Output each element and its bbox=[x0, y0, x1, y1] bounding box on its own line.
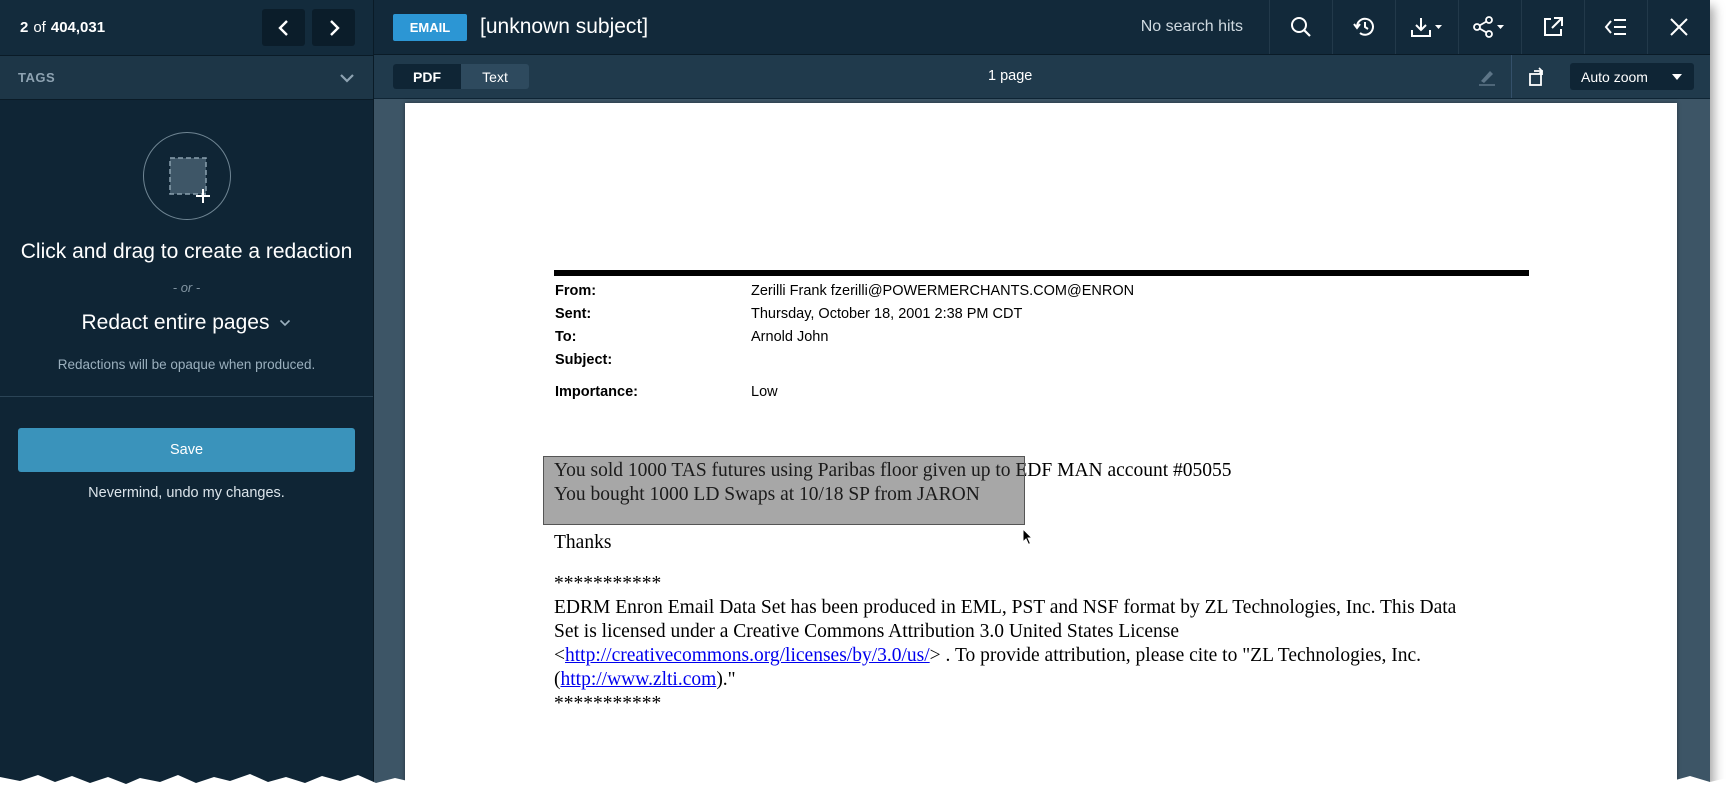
download-icon bbox=[1411, 18, 1442, 37]
tab-text[interactable]: Text bbox=[461, 64, 529, 89]
field-to: To: Arnold John bbox=[555, 329, 828, 345]
or-separator: - or - bbox=[172, 280, 201, 295]
field-label: To: bbox=[555, 329, 577, 345]
current-doc-number: 2 bbox=[20, 19, 29, 36]
popout-icon bbox=[1544, 17, 1563, 36]
redaction-icon bbox=[142, 132, 231, 220]
tab-pdf[interactable]: PDF bbox=[393, 64, 461, 89]
undo-changes-link[interactable]: Nevermind, undo my changes. bbox=[0, 485, 373, 501]
search-icon bbox=[1291, 17, 1311, 37]
redact-entire-pages-label: Redact entire pages bbox=[81, 311, 270, 334]
field-sent: Sent: Thursday, October 18, 2001 2:38 PM … bbox=[555, 306, 1022, 322]
redaction-selection[interactable] bbox=[543, 456, 1025, 525]
field-value: Arnold John bbox=[751, 329, 829, 345]
redact-entire-pages-dropdown[interactable]: Redact entire pages bbox=[82, 311, 292, 335]
search-button[interactable] bbox=[1269, 0, 1332, 54]
footer-text: )." bbox=[716, 669, 736, 690]
header-rule bbox=[554, 270, 1529, 276]
redaction-instruction: Click and drag to create a redaction bbox=[20, 240, 353, 263]
rotate-button[interactable] bbox=[1511, 55, 1560, 98]
footer-line: (http://www.zlti.com)." bbox=[554, 668, 736, 692]
document-subject: [unknown subject] bbox=[480, 15, 649, 38]
history-button[interactable] bbox=[1332, 0, 1395, 54]
field-label: From: bbox=[555, 283, 597, 299]
field-from: From: Zerilli Frank fzerilli@POWERMERCHAN… bbox=[555, 283, 1134, 299]
search-hits-status: No search hits bbox=[1140, 18, 1243, 35]
field-value: Zerilli Frank fzerilli@POWERMERCHANTS.CO… bbox=[751, 283, 1135, 299]
history-icon bbox=[1353, 17, 1374, 36]
zoom-value: Auto zoom bbox=[1581, 68, 1648, 85]
highlighter-icon bbox=[1479, 70, 1495, 86]
viewer-toolbar: PDF Text 1 page Auto zoom bbox=[374, 55, 1710, 99]
field-subject: Subject: bbox=[555, 352, 751, 368]
share-icon bbox=[1473, 16, 1504, 38]
footer-text: > . To provide attribution, please cite … bbox=[929, 645, 1421, 666]
collapse-icon bbox=[1604, 19, 1626, 35]
collapse-panel-button[interactable] bbox=[1584, 0, 1647, 54]
doc-type-badge: EMAIL bbox=[393, 13, 467, 41]
sidebar: 2 of 404,031 TAGS Click and drag to crea… bbox=[0, 0, 374, 785]
stars-line: *********** bbox=[554, 693, 662, 714]
app-window: 2 of 404,031 TAGS Click and drag to crea… bbox=[0, 0, 1710, 785]
zlti-link[interactable]: http://www.zlti.com bbox=[561, 669, 717, 690]
page-count: 1 page bbox=[988, 68, 1033, 84]
footer-line: Set is licensed under a Creative Commons… bbox=[554, 621, 1179, 642]
chevron-down-icon bbox=[340, 73, 354, 83]
view-mode-toggle: PDF Text bbox=[393, 64, 529, 89]
total-doc-count: 404,031 bbox=[50, 19, 106, 36]
viewer-main: EMAIL [unknown subject] No search hits P… bbox=[374, 0, 1710, 785]
close-icon bbox=[1670, 18, 1688, 36]
next-document-button[interactable] bbox=[312, 9, 355, 46]
mouse-pointer-icon bbox=[1022, 528, 1034, 546]
document-page[interactable]: From: Zerilli Frank fzerilli@POWERMERCHAN… bbox=[405, 103, 1677, 785]
footer-line: <http://creativecommons.org/licenses/by/… bbox=[554, 644, 1421, 668]
redaction-panel: Click and drag to create a redaction - o… bbox=[0, 100, 373, 372]
document-canvas: From: Zerilli Frank fzerilli@POWERMERCHAN… bbox=[374, 98, 1710, 785]
footer-line: EDRM Enron Email Data Set has been produ… bbox=[554, 597, 1457, 618]
rotate-icon bbox=[1529, 66, 1544, 86]
field-importance: Importance: Low bbox=[555, 384, 778, 400]
document-navigator: 2 of 404,031 bbox=[0, 0, 373, 56]
torn-edge-decoration bbox=[0, 774, 1731, 809]
stars-line: *********** bbox=[554, 573, 662, 594]
caret-down-icon bbox=[1672, 73, 1682, 80]
field-label: Importance: bbox=[555, 384, 638, 400]
popout-button[interactable] bbox=[1521, 0, 1584, 54]
field-value: Thursday, October 18, 2001 2:38 PM CDT bbox=[751, 306, 1023, 322]
field-label: Subject: bbox=[555, 352, 613, 368]
document-header: EMAIL [unknown subject] No search hits bbox=[374, 0, 1710, 55]
opaque-note: Redactions will be opaque when produced. bbox=[57, 357, 316, 372]
tags-label: TAGS bbox=[18, 70, 56, 85]
chevron-right-icon bbox=[329, 19, 340, 36]
chevron-down-icon bbox=[280, 319, 291, 327]
save-button[interactable]: Save bbox=[18, 428, 355, 472]
creative-commons-link[interactable]: http://creativecommons.org/licenses/by/3… bbox=[565, 645, 930, 666]
body-thanks: Thanks bbox=[554, 532, 612, 553]
highlight-button[interactable] bbox=[1463, 55, 1511, 98]
chevron-left-icon bbox=[277, 19, 288, 36]
download-button[interactable] bbox=[1395, 0, 1458, 54]
field-value: Low bbox=[751, 384, 778, 400]
share-button[interactable] bbox=[1458, 0, 1521, 54]
zoom-select[interactable]: Auto zoom bbox=[1570, 63, 1694, 90]
footer-text: < bbox=[554, 645, 565, 666]
close-button[interactable] bbox=[1647, 0, 1710, 54]
tags-panel-toggle[interactable]: TAGS bbox=[0, 56, 373, 100]
field-label: Sent: bbox=[555, 306, 592, 322]
previous-document-button[interactable] bbox=[262, 9, 305, 46]
divider bbox=[0, 396, 373, 397]
document-counter: 2 of 404,031 bbox=[20, 19, 105, 36]
of-label: of bbox=[33, 19, 46, 36]
